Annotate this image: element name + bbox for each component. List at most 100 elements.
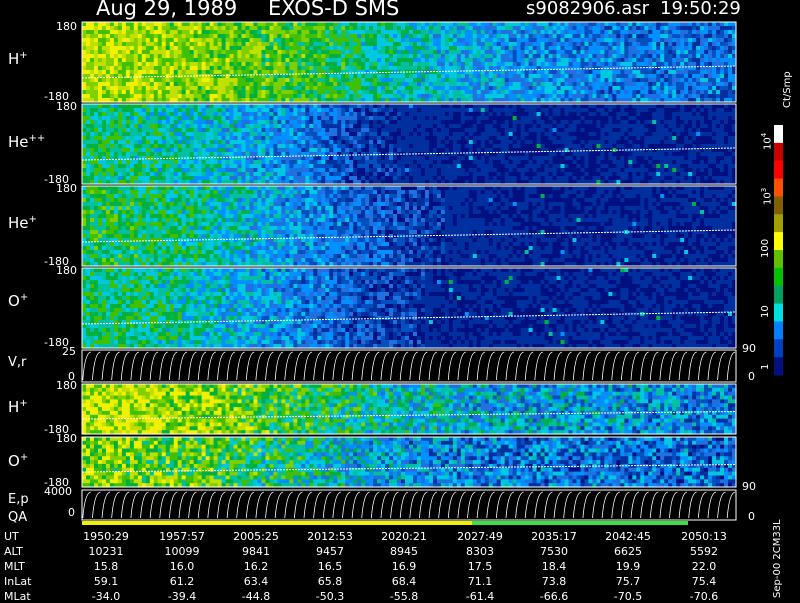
colorbar-segment (774, 214, 783, 232)
footer-cell: 75.4 (669, 575, 739, 588)
footer-cell: 8303 (445, 545, 515, 558)
footer-cell: 61.2 (147, 575, 217, 588)
footer-cell: 1957:57 (147, 530, 217, 543)
title-mission: EXOS-D SMS (268, 0, 399, 20)
colorbar-segment (774, 125, 783, 143)
footer-row-label: MLat (4, 590, 31, 603)
footer-cell: 71.1 (445, 575, 515, 588)
colorbar-unit: Ct/Smp (782, 71, 793, 108)
heatmap-panel-3 (82, 268, 737, 349)
colorbar-segment (774, 196, 783, 214)
footer-cell: -66.6 (519, 590, 589, 603)
heatmap-panel-lower-0 (82, 384, 737, 435)
y-tick-right-top-vr: 90 (742, 342, 756, 355)
y-tick-top-ep: 4000 (44, 485, 72, 498)
footer-cell: 68.4 (369, 575, 439, 588)
footer-cell: 2027:49 (445, 530, 515, 543)
footer-cell: -50.3 (295, 590, 365, 603)
colorbar-segment (774, 268, 783, 286)
footer-cell: -44.8 (221, 590, 291, 603)
footer-cell: 7530 (519, 545, 589, 558)
footer-row-label: ALT (4, 545, 23, 558)
y-tick-right-bottom-vr: 0 (748, 370, 755, 383)
panel-label-he-plus: He+ (8, 214, 37, 232)
footer-cell: 18.4 (519, 560, 589, 573)
footer-cell: 9841 (221, 545, 291, 558)
footer-cell: 16.0 (147, 560, 217, 573)
colorbar-segment (774, 304, 783, 322)
y-tick-top-hep: 180 (56, 182, 77, 195)
footer-cell: 59.1 (71, 575, 141, 588)
y-tick-top-hepp: 180 (56, 100, 77, 113)
chart-canvas (0, 0, 800, 600)
y-tick-right-bottom-ep: 0 (748, 510, 755, 523)
title-time: 19:50:29 (660, 0, 741, 19)
y-tick-right-top-ep: 90 (742, 480, 756, 493)
footer-cell: 10231 (71, 545, 141, 558)
side-note: Sep-00 2CM33L (772, 519, 783, 598)
vr-panel (82, 350, 736, 382)
footer-cell: -70.6 (669, 590, 739, 603)
footer-cell: 2042:45 (593, 530, 663, 543)
footer-row-label: InLat (4, 575, 31, 588)
footer-cell: 22.0 (669, 560, 739, 573)
footer-cell: 2012:53 (295, 530, 365, 543)
heatmap-panel-2 (82, 186, 737, 267)
y-tick-top-op: 180 (56, 264, 77, 277)
colorbar-segment (774, 357, 783, 375)
title-date: Aug 29, 1989 (96, 0, 237, 20)
footer-cell: 10099 (147, 545, 217, 558)
footer-cell: 75.7 (593, 575, 663, 588)
ep-panel (82, 490, 736, 520)
colorbar-tick-1e4: 104 (760, 133, 773, 150)
footer-cell: -34.0 (71, 590, 141, 603)
footer-cell: 63.4 (221, 575, 291, 588)
footer-cell: 73.8 (519, 575, 589, 588)
colorbar-tick-1: 1 (760, 364, 771, 370)
footer-cell: 1950:29 (71, 530, 141, 543)
title-file: s9082906.asr (526, 0, 649, 19)
panel-label-ep: E,p (8, 492, 29, 507)
colorbar-segment (774, 179, 783, 197)
colorbar-segment (774, 161, 783, 179)
footer-cell: 5592 (669, 545, 739, 558)
panel-label-vr: V,r (8, 355, 26, 370)
footer-cell: 17.5 (445, 560, 515, 573)
footer-cell: 2020:21 (369, 530, 439, 543)
colorbar-segment (774, 321, 783, 339)
footer-cell: 65.8 (295, 575, 365, 588)
footer-cell: -70.5 (593, 590, 663, 603)
colorbar-segment (774, 232, 783, 250)
panel-label-h-plus-lower: H+ (8, 398, 28, 416)
y-tick-bottom-ep: 0 (68, 506, 75, 519)
footer-cell: 8945 (369, 545, 439, 558)
y-tick-top-o-lower: 180 (56, 432, 77, 445)
panel-label-qa: QA (8, 510, 27, 525)
footer-cell: 19.9 (593, 560, 663, 573)
panel-label-h-plus: H+ (8, 50, 28, 68)
footer-cell: 16.9 (369, 560, 439, 573)
footer-cell: -39.4 (147, 590, 217, 603)
colorbar-tick-1e3: 103 (760, 188, 773, 205)
colorbar-segment (774, 143, 783, 161)
y-tick-top-h: 180 (56, 20, 77, 33)
colorbar-tick-100: 100 (760, 239, 771, 258)
qa-bar-yellow (82, 521, 472, 525)
footer-cell: 16.2 (221, 560, 291, 573)
footer-cell: 2035:17 (519, 530, 589, 543)
heatmap-panel-0 (82, 22, 737, 103)
colorbar-tick-10: 10 (760, 305, 771, 318)
footer-cell: 2050:13 (669, 530, 739, 543)
footer-cell: 2005:25 (221, 530, 291, 543)
y-tick-top-vr: 25 (62, 345, 76, 358)
colorbar-segment (774, 250, 783, 268)
panel-label-o-plus: O+ (8, 292, 28, 310)
footer-cell: 16.5 (295, 560, 365, 573)
panel-label-o-plus-lower: O+ (8, 452, 28, 470)
heatmap-panel-1 (82, 104, 737, 185)
colorbar-segment (774, 286, 783, 304)
footer-row-label: MLT (4, 560, 25, 573)
footer-cell: 6625 (593, 545, 663, 558)
y-tick-top-h-lower: 180 (56, 379, 77, 392)
footer-cell: 15.8 (71, 560, 141, 573)
